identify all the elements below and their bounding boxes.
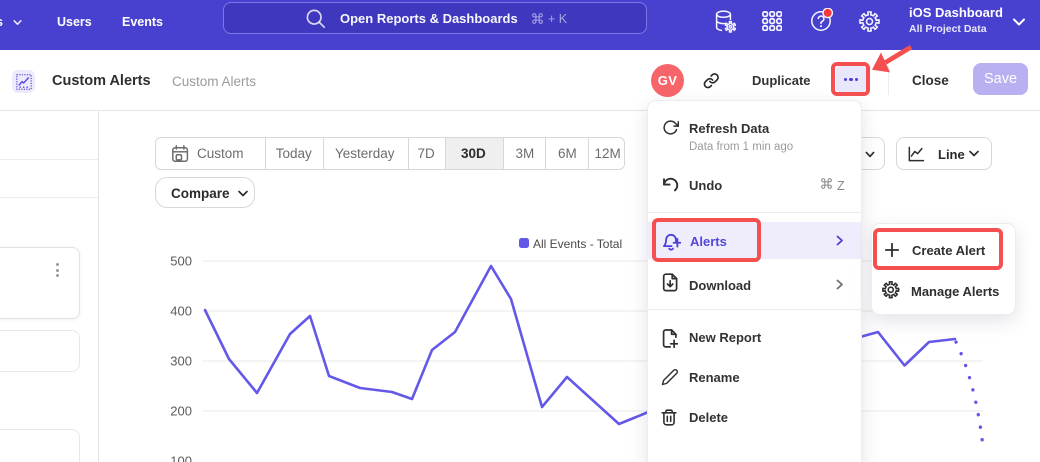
svg-text:100: 100: [170, 454, 192, 462]
svg-text:400: 400: [170, 304, 192, 319]
svg-text:300: 300: [170, 354, 192, 369]
svg-text:500: 500: [170, 254, 192, 269]
svg-text:200: 200: [170, 404, 192, 419]
